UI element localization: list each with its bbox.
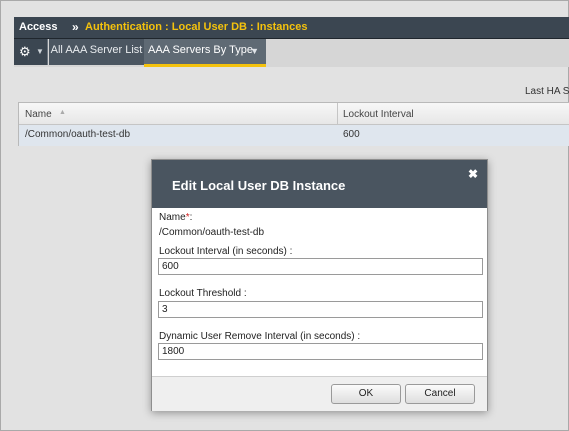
dialog-title: Edit Local User DB Instance [172, 178, 346, 193]
dynamic-remove-interval-field[interactable] [158, 343, 483, 360]
ok-button[interactable]: OK [331, 384, 401, 404]
name-value: /Common/oauth-test-db [159, 227, 265, 238]
edit-instance-dialog: Edit Local User DB Instance ✖ Name*: /Co… [151, 159, 488, 411]
name-label: Name*: [159, 212, 193, 223]
cancel-button[interactable]: Cancel [405, 384, 475, 404]
dialog-footer: OK Cancel [152, 376, 487, 411]
lockout-interval-field[interactable] [158, 258, 483, 275]
dialog-body: Name*: /Common/oauth-test-db Lockout Int… [152, 208, 487, 376]
close-icon[interactable]: ✖ [468, 167, 478, 181]
lockout-interval-label: Lockout Interval (in seconds) : [159, 246, 293, 257]
dynamic-remove-interval-label: Dynamic User Remove Interval (in seconds… [159, 331, 361, 342]
lockout-threshold-label: Lockout Threshold : [159, 288, 247, 299]
dialog-header: Edit Local User DB Instance ✖ [152, 160, 487, 208]
lockout-threshold-field[interactable] [158, 301, 483, 318]
